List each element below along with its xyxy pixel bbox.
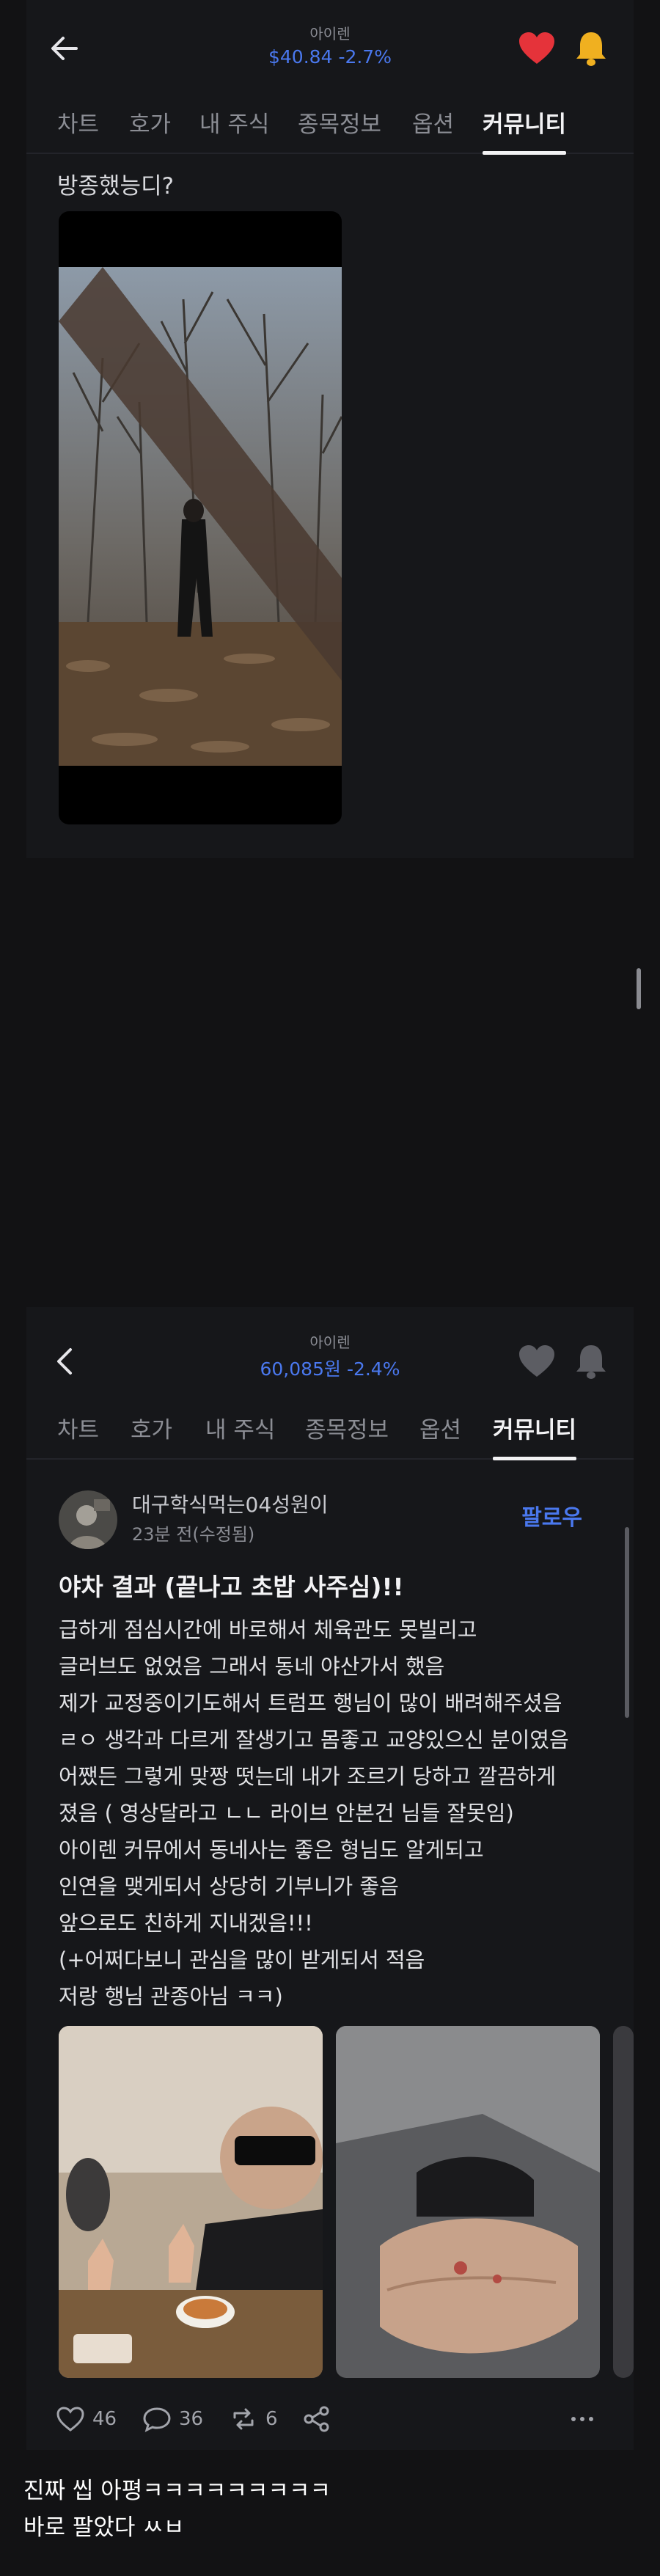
share-button[interactable] xyxy=(302,2406,339,2432)
post-actions: 46 36 6 xyxy=(56,2401,604,2438)
post-image-more[interactable] xyxy=(613,2026,634,2378)
comment-button[interactable]: 36 xyxy=(142,2406,203,2432)
more-dots-icon xyxy=(571,2417,593,2421)
caption-line-1: 진짜 씹 아평ㅋㅋㅋㅋㅋㅋㅋㅋㅋ xyxy=(23,2478,331,2504)
stock-header: 아이렌 $40.84 -2.7% xyxy=(26,0,634,88)
tab-my-stock-2[interactable]: 내 주식 xyxy=(205,1411,275,1444)
comment-icon xyxy=(143,2407,171,2432)
tab-community[interactable]: 커뮤니티 xyxy=(483,106,567,155)
active-tab-indicator-2 xyxy=(493,1457,577,1460)
screenshot-top: 아이렌 $40.84 -2.7% 차트 호가 내 주식 종목정보 옵션 커뮤니티… xyxy=(26,0,634,858)
stock-price-2: 60,085원 xyxy=(260,1358,341,1380)
post-body-line: 인연을 맺게되서 상당히 기부니가 좋음 xyxy=(59,1874,399,1899)
heart-outline-icon[interactable] xyxy=(518,1344,556,1379)
tab-stock-info[interactable]: 종목정보 xyxy=(298,106,381,139)
post-body-line: 아이렌 커뮤에서 동네사는 좋은 형님도 알게되고 xyxy=(59,1837,484,1862)
tab-chart-2[interactable]: 차트 xyxy=(57,1411,99,1444)
more-options-button[interactable] xyxy=(568,2406,604,2432)
post-body-line: 글러브도 없었음 그래서 동네 야산가서 했음 xyxy=(59,1654,445,1679)
tab-bar-2: 차트 호가 내 주식 종목정보 옵션 커뮤니티 xyxy=(26,1401,634,1460)
repost-count: 6 xyxy=(265,2408,278,2430)
like-button[interactable]: 46 xyxy=(56,2406,117,2432)
repost-button[interactable]: 6 xyxy=(229,2406,278,2432)
tab-community-label-2: 커뮤니티 xyxy=(493,1417,577,1443)
video-thumbnail[interactable] xyxy=(59,211,342,824)
post-image-hand[interactable] xyxy=(336,2026,600,2378)
repost-icon xyxy=(233,2408,254,2430)
stock-header-2: 아이렌 60,085원 -2.4% xyxy=(26,1307,634,1395)
post-body-line: 졌음 ( 영상달라고 ㄴㄴ 라이브 안본건 님들 잘못임) xyxy=(59,1801,514,1826)
scrollbar-thumb[interactable] xyxy=(637,968,641,1009)
post-title: 방종했능디? xyxy=(57,173,175,200)
tab-bar: 차트 호가 내 주식 종목정보 옵션 커뮤니티 xyxy=(26,95,634,155)
heart-icon[interactable] xyxy=(518,31,556,66)
bell-outline-icon[interactable] xyxy=(573,1342,609,1380)
like-count: 46 xyxy=(92,2408,117,2430)
active-tab-indicator xyxy=(483,151,567,155)
stock-price: $40.84 xyxy=(268,46,333,67)
hand-photo xyxy=(336,2026,600,2378)
bell-icon[interactable] xyxy=(573,29,609,67)
forest-scene-image xyxy=(59,267,342,766)
tab-orderbook[interactable]: 호가 xyxy=(129,106,171,139)
restaurant-photo xyxy=(59,2026,323,2378)
avatar-image xyxy=(59,1490,117,1549)
post-title-2: 야차 결과 (끝나고 초밥 사주심)!! xyxy=(59,1573,404,1601)
tab-orderbook-2[interactable]: 호가 xyxy=(131,1411,172,1444)
tab-community-label: 커뮤니티 xyxy=(483,111,567,138)
heart-outline-icon xyxy=(56,2407,84,2432)
share-icon xyxy=(304,2406,329,2432)
tab-community-2[interactable]: 커뮤니티 xyxy=(493,1411,577,1460)
author-name[interactable]: 대구학식먹는04성원이 xyxy=(132,1489,328,1518)
post-body-line: 급하게 점심시간에 바로해서 체육관도 못빌리고 xyxy=(59,1617,477,1642)
stock-change-2: -2.4% xyxy=(346,1358,400,1380)
comment-count: 36 xyxy=(179,2408,204,2430)
post-body: 급하게 점심시간에 바로해서 체육관도 못빌리고 글러브도 없었음 그래서 동네… xyxy=(59,1611,616,2015)
screenshot-bottom: 아이렌 60,085원 -2.4% 차트 호가 내 주식 종목정보 옵션 커뮤니… xyxy=(26,1307,634,2450)
post-time: 23분 전(수정됨) xyxy=(132,1524,255,1545)
post-body-line: 저랑 행님 관종아님 ㅋㅋ) xyxy=(59,1984,283,2009)
follow-button[interactable]: 팔로우 xyxy=(521,1499,582,1532)
stock-change: -2.7% xyxy=(338,46,392,67)
caption-line-2: 바로 팔았다 ㅆㅂ xyxy=(23,2514,185,2541)
tab-options[interactable]: 옵션 xyxy=(412,106,454,139)
post-body-line: 제가 교정중이기도해서 트럼프 행님이 많이 배려해주셨음 xyxy=(59,1691,562,1716)
avatar[interactable] xyxy=(59,1490,117,1549)
scrollbar-thumb-2[interactable] xyxy=(625,1527,629,1718)
tab-my-stock[interactable]: 내 주식 xyxy=(199,106,269,139)
post-body-line: (+어쩌다보니 관심을 많이 받게되서 적음 xyxy=(59,1947,425,1972)
post-image-restaurant[interactable] xyxy=(59,2026,323,2378)
post-body-line: 어쨌든 그렇게 맞짱 떳는데 내가 조르기 당하고 깔끔하게 xyxy=(59,1764,557,1789)
post-body-line: 앞으로도 친하게 지내겠음!!! xyxy=(59,1911,313,1936)
tab-stock-info-2[interactable]: 종목정보 xyxy=(305,1411,389,1444)
tab-chart[interactable]: 차트 xyxy=(57,106,99,139)
tab-options-2[interactable]: 옵션 xyxy=(419,1411,461,1444)
post-body-line: ㄹㅇ 생각과 다르게 잘생기고 몸좋고 교양있으신 분이였음 xyxy=(59,1727,569,1752)
